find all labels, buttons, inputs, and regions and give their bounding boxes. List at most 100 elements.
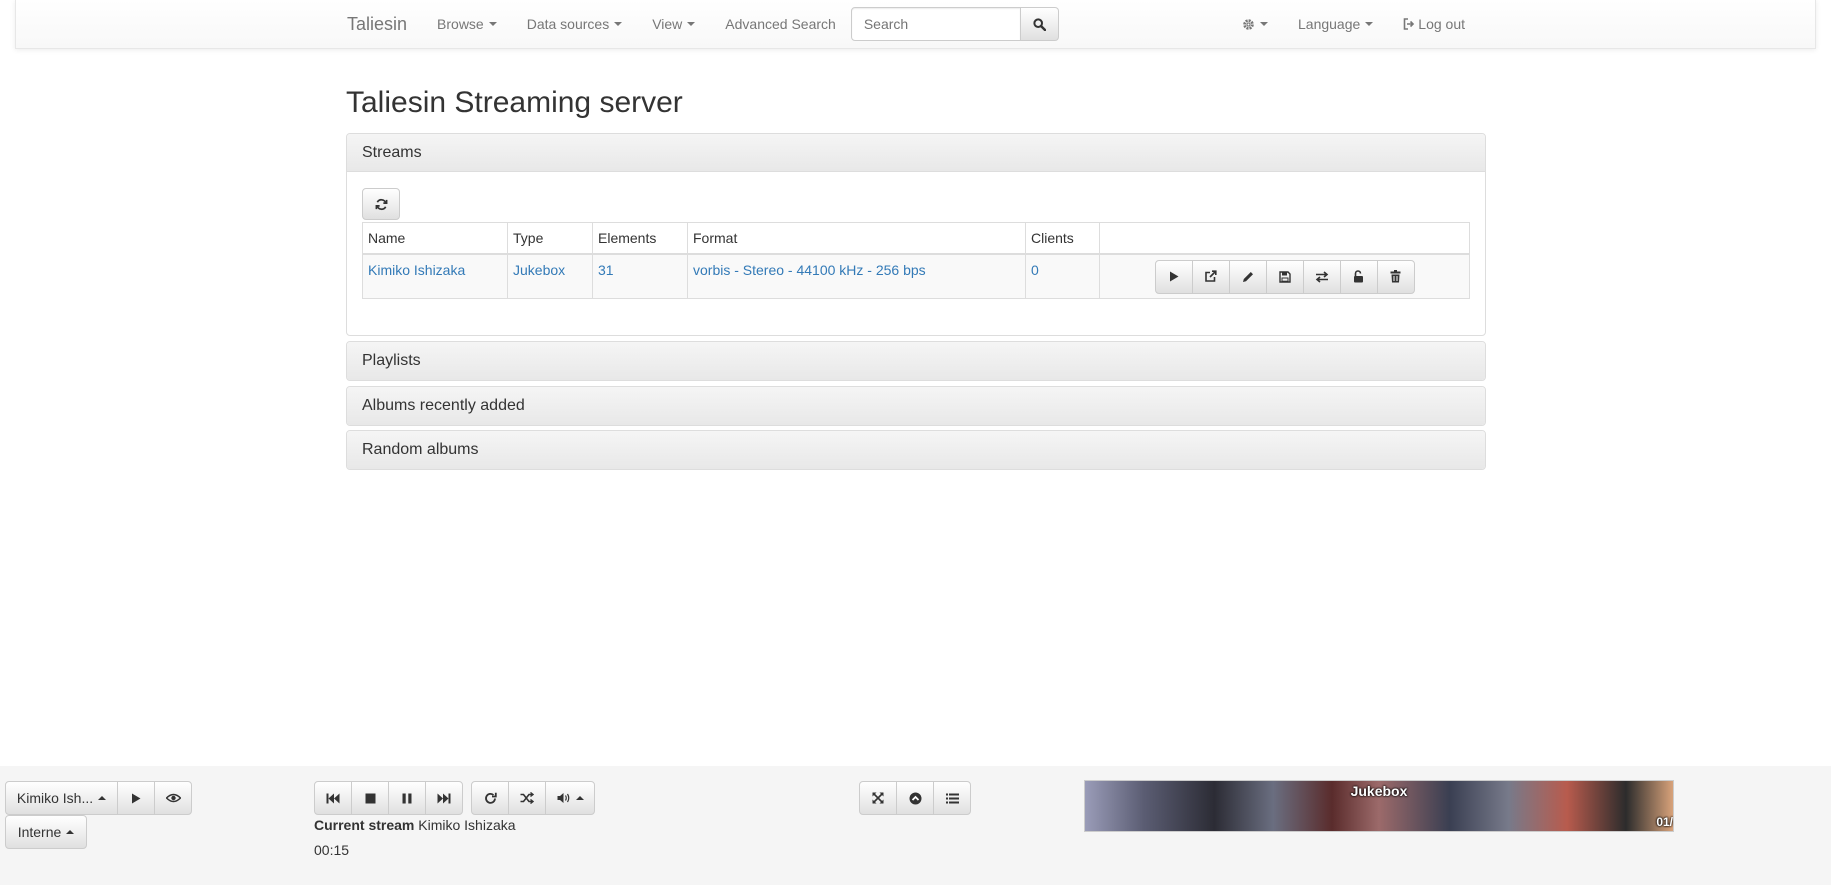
stream-actions <box>1154 259 1415 294</box>
logout-icon <box>1403 18 1415 30</box>
save-icon <box>1278 270 1291 283</box>
caret-down-icon <box>614 22 623 26</box>
random-albums-panel: Random albums <box>346 430 1486 470</box>
view-button[interactable] <box>154 781 192 815</box>
browse-label: Browse <box>437 16 484 32</box>
play-icon <box>132 793 141 803</box>
search-input[interactable] <box>850 7 1021 41</box>
save-stream-button[interactable] <box>1265 259 1304 294</box>
refresh-icon <box>375 198 387 210</box>
logout-link[interactable]: Log out <box>1403 16 1465 32</box>
play-button[interactable] <box>117 781 155 815</box>
caret-up-icon <box>575 796 584 800</box>
unlock-icon <box>1354 270 1363 283</box>
stream-select-dropdown[interactable]: Kimiko Ish... <box>5 781 118 815</box>
pause-button[interactable] <box>388 781 426 815</box>
language-menu[interactable]: Language <box>1298 16 1374 32</box>
previous-button[interactable] <box>314 781 352 815</box>
fullscreen-icon <box>872 792 884 804</box>
search-form <box>850 7 1059 41</box>
view-label: View <box>652 16 683 32</box>
caret-down-icon <box>1365 22 1374 26</box>
caret-down-icon <box>488 22 497 26</box>
advanced-search-link[interactable]: Advanced Search <box>725 16 836 32</box>
open-external-button[interactable] <box>1191 259 1230 294</box>
stream-type-link[interactable]: Jukebox <box>513 262 565 278</box>
rename-stream-button[interactable] <box>1228 259 1267 294</box>
repeat-button[interactable] <box>471 781 509 815</box>
output-select-dropdown[interactable]: Interne <box>5 815 87 849</box>
pause-icon <box>402 793 412 803</box>
random-albums-panel-heading[interactable]: Random albums <box>347 431 1485 469</box>
stream-format-link[interactable]: vorbis - Stereo - 44100 kHz - 256 bps <box>693 262 926 278</box>
album-cover[interactable]: Jukebox 01/ <box>1084 780 1674 832</box>
column-header-name: Name <box>362 222 508 255</box>
column-header-elements: Elements <box>592 222 688 255</box>
caret-down-icon <box>1260 22 1268 26</box>
stream-select-label: Kimiko Ish... <box>16 790 94 806</box>
player-bar: Kimiko Ish... Interne Current stream Kim… <box>0 766 1831 885</box>
fullscreen-button[interactable] <box>859 781 897 815</box>
data-sources-menu[interactable]: Data sources <box>526 16 623 32</box>
delete-stream-button[interactable] <box>1376 259 1415 294</box>
data-sources-label: Data sources <box>526 16 610 32</box>
table-header-row: Name Type Elements Format Clients <box>362 222 1470 255</box>
play-stream-button[interactable] <box>1154 259 1193 294</box>
scroll-up-button[interactable] <box>896 781 934 815</box>
refresh-button[interactable] <box>362 188 400 220</box>
stop-button[interactable] <box>351 781 389 815</box>
search-button[interactable] <box>1020 7 1059 41</box>
column-header-clients: Clients <box>1025 222 1100 255</box>
caret-down-icon <box>687 22 696 26</box>
shuffle-button[interactable] <box>508 781 546 815</box>
cover-track-count: 01/ <box>1656 815 1673 829</box>
play-icon <box>1169 271 1178 282</box>
switch-stream-button[interactable] <box>1302 259 1341 294</box>
playback-mode-controls <box>471 781 595 815</box>
view-controls <box>859 781 971 815</box>
settings-menu[interactable] <box>1242 18 1268 31</box>
nav-right: Language Log out <box>1242 0 1495 48</box>
transport-controls <box>314 781 463 815</box>
skip-forward-icon <box>437 793 451 803</box>
playback-time: 00:15 <box>314 842 350 858</box>
stream-elements-link[interactable]: 31 <box>598 262 614 278</box>
volume-button[interactable] <box>545 781 595 815</box>
playlist-button[interactable] <box>933 781 971 815</box>
eye-icon <box>165 793 181 803</box>
top-navbar: Taliesin Browse Data sources View Advanc… <box>15 0 1816 49</box>
stream-actions-cell <box>1099 253 1470 299</box>
browse-menu[interactable]: Browse <box>437 16 497 32</box>
playlists-panel: Playlists <box>346 341 1486 381</box>
next-button[interactable] <box>425 781 463 815</box>
column-header-type: Type <box>507 222 593 255</box>
page-title: Taliesin Streaming server <box>346 86 683 119</box>
current-stream-value: Kimiko Ishizaka <box>418 817 516 833</box>
albums-recent-panel-heading[interactable]: Albums recently added <box>347 387 1485 425</box>
view-menu[interactable]: View <box>652 16 696 32</box>
lock-stream-button[interactable] <box>1339 259 1378 294</box>
language-label: Language <box>1298 16 1361 32</box>
current-stream-info: Current stream Kimiko Ishizaka <box>314 817 516 833</box>
caret-up-icon <box>98 796 107 800</box>
streams-table: Name Type Elements Format Clients Kimiko… <box>362 222 1470 299</box>
logout-label: Log out <box>1418 16 1466 32</box>
chevron-up-circle-icon <box>909 792 921 804</box>
brand-link[interactable]: Taliesin <box>347 14 407 35</box>
cover-title: Jukebox <box>1350 783 1408 799</box>
gear-icon <box>1243 18 1254 30</box>
trash-icon <box>1390 270 1401 283</box>
playlists-panel-heading[interactable]: Playlists <box>347 342 1485 380</box>
current-stream-label: Current stream <box>314 817 415 833</box>
external-link-icon <box>1205 270 1217 282</box>
stream-name-link[interactable]: Kimiko Ishizaka <box>368 262 465 278</box>
stream-clients-link[interactable]: 0 <box>1031 262 1039 278</box>
streams-panel-heading[interactable]: Streams <box>347 134 1485 172</box>
transfer-icon <box>1315 270 1328 283</box>
albums-recent-panel: Albums recently added <box>346 386 1486 426</box>
caret-up-icon <box>66 830 75 834</box>
table-row: Kimiko Ishizaka Jukebox 31 vorbis - Ster… <box>362 253 1470 299</box>
shuffle-icon <box>520 792 534 804</box>
streams-panel: Streams Name Type Elements Format Client… <box>346 133 1486 336</box>
stop-icon <box>365 793 375 803</box>
